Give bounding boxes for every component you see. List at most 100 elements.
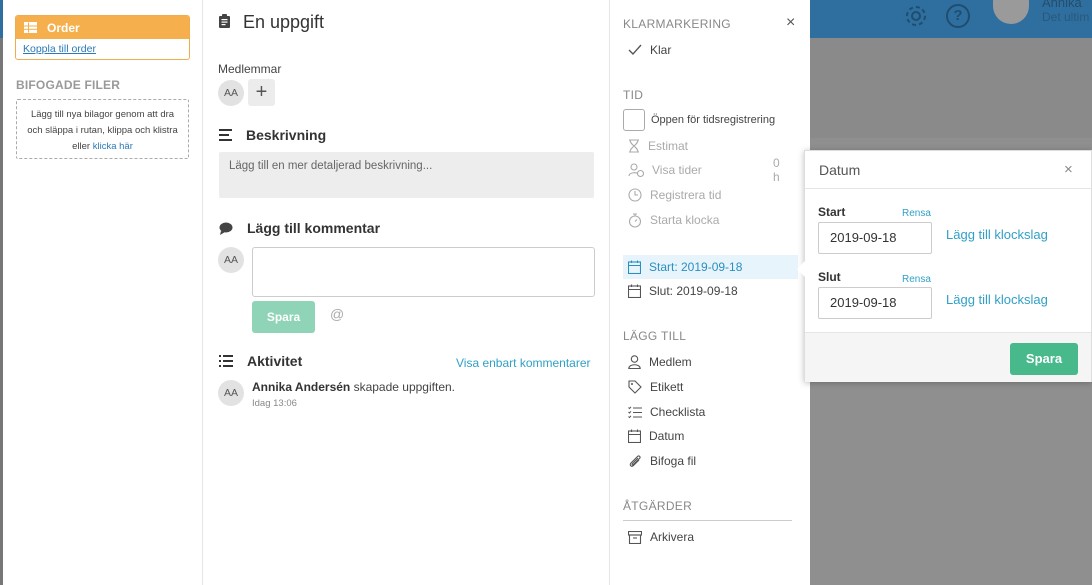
order-box: Order Koppla till order xyxy=(15,15,190,60)
end-date-button[interactable]: Slut: 2019-09-18 xyxy=(628,280,738,302)
gear-icon[interactable] xyxy=(904,4,928,28)
paperclip-icon xyxy=(629,455,641,467)
register-time-button[interactable]: Registrera tid xyxy=(628,184,721,206)
description-input[interactable]: Lägg till en mer detaljerad beskrivning.… xyxy=(219,152,594,198)
list-icon xyxy=(219,355,233,367)
close-icon[interactable]: × xyxy=(786,14,795,32)
add-label-label: Etikett xyxy=(650,380,684,394)
start-clock-label: Starta klocka xyxy=(650,213,720,227)
add-checklist-label: Checklista xyxy=(650,405,706,419)
activity-title: Aktivitet xyxy=(247,353,303,369)
activity-time: Idag 13:06 xyxy=(252,398,297,409)
description-title: Beskrivning xyxy=(246,127,327,143)
start-date-label: Start: 2019-09-18 xyxy=(649,260,743,274)
archive-box-icon xyxy=(628,530,642,544)
attach-file-item[interactable]: Bifoga fil xyxy=(628,450,696,472)
popover-footer: Spara xyxy=(805,332,1091,382)
end-label: Slut xyxy=(818,270,841,284)
mark-done-label: Klar xyxy=(650,43,672,57)
end-add-time-link[interactable]: Lägg till klockslag xyxy=(946,292,1048,307)
card-title[interactable]: En uppgift xyxy=(243,12,324,33)
clock-icon xyxy=(628,188,642,202)
side-column: × KLARMARKERING Klar TID Öppen för tidsr… xyxy=(609,0,810,585)
user-avatar[interactable] xyxy=(993,0,1029,24)
mention-button[interactable]: @ xyxy=(330,306,344,322)
popover-header: Datum × xyxy=(805,151,1091,189)
user-name: Annika xyxy=(1042,0,1082,10)
checkmark-icon xyxy=(628,44,642,56)
task-card-modal: Order Koppla till order BIFOGADE FILER L… xyxy=(3,0,810,585)
members-label: Medlemmar xyxy=(218,62,282,76)
attachments-title: BIFOGADE FILER xyxy=(16,78,121,92)
add-member-item[interactable]: Medlem xyxy=(628,351,692,373)
user-icon xyxy=(628,355,641,369)
stopwatch-icon xyxy=(628,212,642,228)
done-header: KLARMARKERING xyxy=(623,17,731,31)
start-clear-link[interactable]: Rensa xyxy=(902,208,931,219)
calendar-icon xyxy=(628,260,641,274)
help-icon[interactable]: ? xyxy=(946,4,970,28)
table-icon xyxy=(24,22,37,33)
add-label-item[interactable]: Etikett xyxy=(628,376,683,398)
tag-icon xyxy=(628,380,642,394)
start-add-time-link[interactable]: Lägg till klockslag xyxy=(946,227,1048,242)
popover-save-button[interactable]: Spara xyxy=(1010,343,1078,375)
user-menu[interactable]: Annika Det ultim xyxy=(1042,0,1089,24)
activity-avatar: AA xyxy=(218,380,244,406)
add-member-label: Medlem xyxy=(649,355,692,369)
activity-user[interactable]: Annika Andersén xyxy=(252,380,350,394)
hourglass-icon xyxy=(629,139,639,153)
date-popover: Datum × Start Rensa 2019-09-18 Lägg till… xyxy=(797,150,1092,382)
show-times-label: Visa tider xyxy=(652,163,702,177)
end-clear-link[interactable]: Rensa xyxy=(902,274,931,285)
add-checklist-item[interactable]: Checklista xyxy=(628,401,705,423)
description-icon xyxy=(219,129,232,141)
show-times-button[interactable]: Visa tider 0 h xyxy=(628,156,780,184)
comment-input[interactable] xyxy=(252,247,595,297)
start-date-input[interactable]: 2019-09-18 xyxy=(818,222,932,254)
member-avatar[interactable]: AA xyxy=(218,80,244,106)
activity-section-title: Aktivitet xyxy=(219,353,302,369)
register-time-label: Registrera tid xyxy=(650,188,722,202)
popover-close-icon[interactable]: × xyxy=(1064,161,1073,178)
actions-header: ÅTGÄRDER xyxy=(623,499,693,513)
time-tracking-checkbox[interactable] xyxy=(623,109,645,131)
end-date-input[interactable]: 2019-09-18 xyxy=(818,287,932,319)
checklist-icon xyxy=(628,405,642,418)
archive-button[interactable]: Arkivera xyxy=(628,526,694,548)
time-tracking-toggle[interactable]: Öppen för tidsregistrering xyxy=(623,109,775,131)
attachment-dropzone[interactable]: Lägg till nya bilagor genom att dra och … xyxy=(16,99,189,159)
comment-bubble-icon xyxy=(219,222,233,235)
add-date-item[interactable]: Datum xyxy=(628,425,684,447)
clipboard-icon xyxy=(219,14,230,28)
commenter-avatar: AA xyxy=(218,247,244,273)
time-header: TID xyxy=(623,88,644,102)
show-times-value: 0 h xyxy=(773,156,780,184)
add-date-label: Datum xyxy=(649,429,685,443)
add-member-button[interactable]: + xyxy=(248,79,275,106)
archive-label: Arkivera xyxy=(650,530,695,544)
show-only-comments-link[interactable]: Visa enbart kommentarer xyxy=(456,356,591,370)
end-date-label: Slut: 2019-09-18 xyxy=(649,284,738,298)
user-subtitle: Det ultim xyxy=(1042,10,1090,24)
start-label: Start xyxy=(818,205,846,219)
left-column: Order Koppla till order BIFOGADE FILER L… xyxy=(3,0,203,585)
save-comment-button[interactable]: Spara xyxy=(252,301,315,333)
link-to-order[interactable]: Koppla till order xyxy=(16,39,189,59)
activity-entry: Annika Andersén skapade uppgiften. xyxy=(252,380,455,394)
comment-title: Lägg till kommentar xyxy=(247,220,381,236)
time-tracking-label: Öppen för tidsregistrering xyxy=(651,114,776,126)
calendar-icon xyxy=(628,429,641,443)
dropzone-click-link[interactable]: klicka här xyxy=(93,141,133,152)
calendar-icon xyxy=(628,284,641,298)
start-clock-button[interactable]: Starta klocka xyxy=(628,209,719,231)
estimate-button[interactable]: Estimat xyxy=(628,135,688,157)
user-clock-icon xyxy=(628,163,644,177)
comment-section-title: Lägg till kommentar xyxy=(219,220,380,236)
estimate-label: Estimat xyxy=(648,139,689,153)
mark-done-button[interactable]: Klar xyxy=(628,39,671,61)
add-header: LÄGG TILL xyxy=(623,329,687,343)
popover-title: Datum xyxy=(819,162,861,178)
start-date-button[interactable]: Start: 2019-09-18 xyxy=(623,255,798,279)
main-column: En uppgift Medlemmar AA + Beskrivning Lä… xyxy=(203,0,609,585)
